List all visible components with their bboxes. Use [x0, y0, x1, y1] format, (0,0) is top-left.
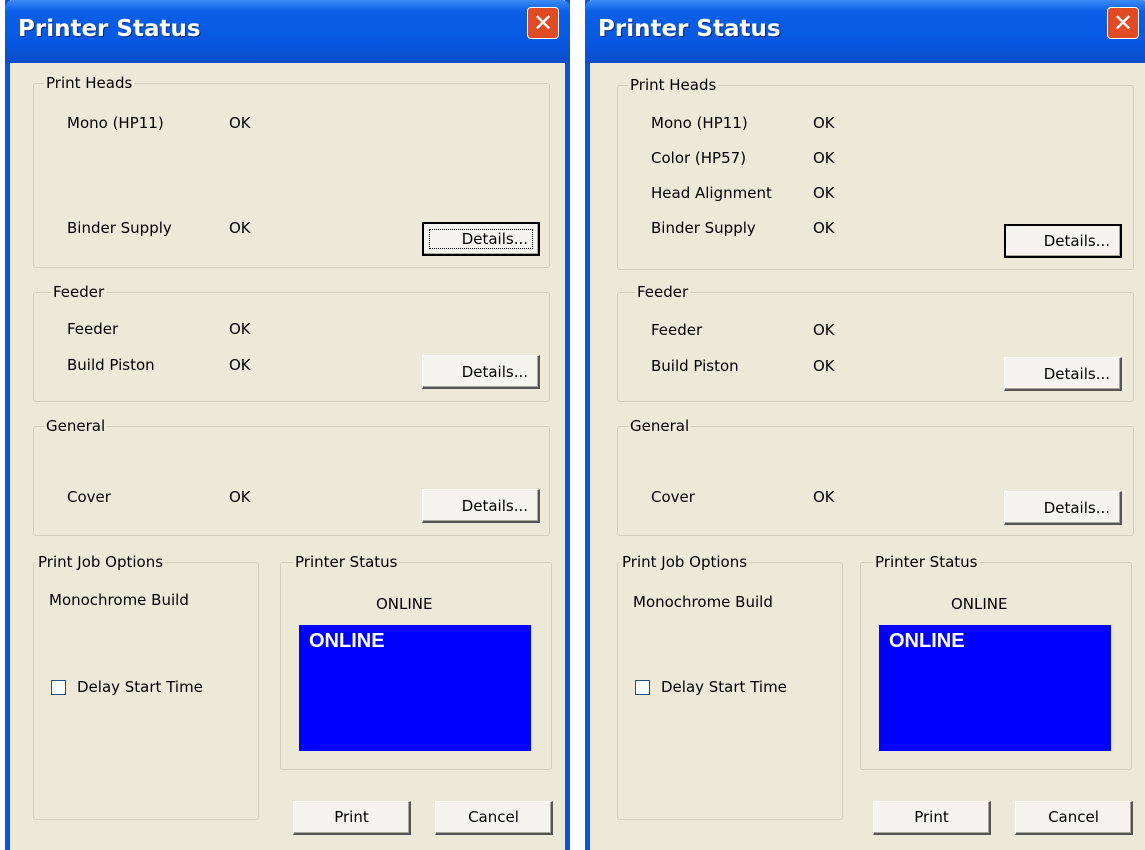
head-name-alignment: Head Alignment	[651, 184, 772, 202]
general-group: General Cover OK Details...	[617, 417, 1134, 536]
feeder-group: Feeder Feeder OK Build Piston OK Details…	[617, 283, 1134, 402]
head-status-color: OK	[813, 149, 835, 167]
close-icon[interactable]: ✕	[1107, 7, 1139, 39]
window-title: Printer Status	[598, 16, 781, 42]
printer-status-dialog-left: Printer Status ✕ Print Heads Mono (HP11)…	[5, 0, 570, 850]
printer-state-text: ONLINE	[376, 595, 433, 613]
delay-start-checkbox[interactable]	[51, 680, 66, 695]
details-label: Details...	[461, 363, 528, 381]
feeder-details-button[interactable]: Details...	[1004, 357, 1122, 391]
head-name-binder: Binder Supply	[67, 219, 172, 237]
general-group: General Cover OK Details...	[33, 417, 550, 536]
printer-state-text: ONLINE	[951, 595, 1008, 613]
feeder-details-button[interactable]: Details...	[422, 355, 540, 389]
print-heads-label: Print Heads	[44, 74, 135, 92]
head-name-mono: Mono (HP11)	[67, 114, 164, 132]
general-details-button[interactable]: Details...	[422, 489, 540, 523]
details-label: Details...	[1043, 499, 1110, 517]
print-heads-group: Print Heads Mono (HP11) OK Color (HP57) …	[617, 76, 1134, 270]
printer-status-group: Printer Status ONLINE ONLINE	[860, 553, 1132, 770]
feeder-group: Feeder Feeder OK Build Piston OK Details…	[33, 283, 550, 402]
build-piston-name: Build Piston	[67, 356, 155, 374]
build-mode-text: Monochrome Build	[633, 593, 773, 611]
feeder-status: OK	[813, 321, 835, 339]
print-heads-group: Print Heads Mono (HP11) OK Binder Supply…	[33, 74, 550, 268]
cover-status: OK	[813, 488, 835, 506]
delay-start-label: Delay Start Time	[661, 678, 787, 696]
general-label: General	[44, 417, 108, 435]
print-heads-label: Print Heads	[628, 76, 719, 94]
printer-status-label: Printer Status	[873, 553, 980, 571]
head-name-color: Color (HP57)	[651, 149, 747, 167]
title-bar[interactable]: Printer Status ✕	[5, 0, 570, 63]
status-display-text: ONLINE	[889, 630, 965, 652]
status-display: ONLINE	[299, 625, 531, 751]
window-title: Printer Status	[18, 16, 201, 42]
close-icon[interactable]: ✕	[527, 7, 559, 39]
details-label: Details...	[1043, 232, 1110, 250]
print-heads-details-button[interactable]: Details...	[1004, 224, 1122, 258]
print-job-options-group: Print Job Options Monochrome Build Delay…	[617, 553, 843, 820]
feeder-name: Feeder	[651, 321, 703, 339]
printer-status-label: Printer Status	[293, 553, 400, 571]
print-button[interactable]: Print	[293, 801, 411, 835]
cover-name: Cover	[67, 488, 111, 506]
print-job-options-label: Print Job Options	[620, 553, 750, 571]
details-label: Details...	[461, 230, 528, 248]
build-piston-status: OK	[813, 357, 835, 375]
head-status-binder: OK	[229, 219, 251, 237]
cover-name: Cover	[651, 488, 695, 506]
general-label: General	[628, 417, 692, 435]
head-name-mono: Mono (HP11)	[651, 114, 748, 132]
feeder-label: Feeder	[635, 283, 691, 301]
head-status-mono: OK	[229, 114, 251, 132]
head-status-alignment: OK	[813, 184, 835, 202]
printer-status-group: Printer Status ONLINE ONLINE	[280, 553, 552, 770]
head-status-mono: OK	[813, 114, 835, 132]
print-job-options-group: Print Job Options Monochrome Build Delay…	[33, 553, 259, 820]
feeder-name: Feeder	[67, 320, 119, 338]
cancel-label: Cancel	[468, 808, 519, 826]
build-mode-text: Monochrome Build	[49, 591, 189, 609]
feeder-label: Feeder	[51, 283, 107, 301]
cancel-button[interactable]: Cancel	[435, 801, 553, 835]
print-job-options-label: Print Job Options	[36, 553, 166, 571]
print-label: Print	[334, 808, 369, 826]
build-piston-status: OK	[229, 356, 251, 374]
cancel-label: Cancel	[1048, 808, 1099, 826]
head-name-binder: Binder Supply	[651, 219, 756, 237]
cover-status: OK	[229, 488, 251, 506]
delay-start-checkbox[interactable]	[635, 680, 650, 695]
print-button[interactable]: Print	[873, 801, 991, 835]
build-piston-name: Build Piston	[651, 357, 739, 375]
cancel-button[interactable]: Cancel	[1015, 801, 1133, 835]
delay-start-label: Delay Start Time	[77, 678, 203, 696]
details-label: Details...	[1043, 365, 1110, 383]
printer-status-dialog-right: Printer Status ✕ Print Heads Mono (HP11)…	[585, 0, 1145, 850]
details-label: Details...	[461, 497, 528, 515]
general-details-button[interactable]: Details...	[1004, 491, 1122, 525]
status-display-text: ONLINE	[309, 630, 385, 652]
feeder-status: OK	[229, 320, 251, 338]
head-status-binder: OK	[813, 219, 835, 237]
status-display: ONLINE	[879, 625, 1111, 751]
title-bar[interactable]: Printer Status ✕	[585, 0, 1145, 63]
print-heads-details-button[interactable]: Details...	[422, 222, 540, 256]
print-label: Print	[914, 808, 949, 826]
